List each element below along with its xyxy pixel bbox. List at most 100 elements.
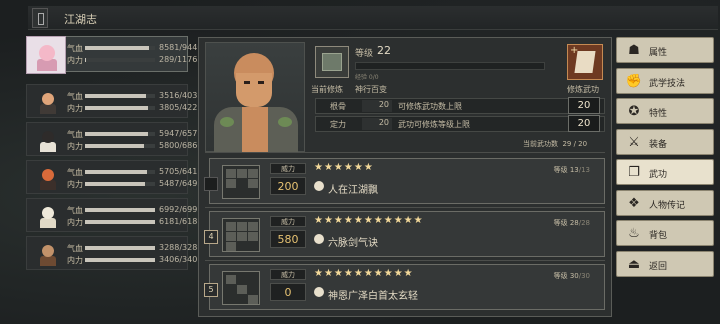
martial-art-card[interactable]: 威力 0 ★★★★★★★★★★ 神恩广泽白首太玄轻 等级 30/30 bbox=[209, 264, 605, 310]
grid-cell bbox=[237, 232, 247, 241]
martial-art-card[interactable]: 威力 580 ★★★★★★★★★★★ 六脉剑气诀 等级 28/28 bbox=[209, 211, 605, 257]
hp-bar-fill bbox=[85, 46, 149, 50]
member-portrait bbox=[31, 164, 65, 192]
hp-value: 3516/4032 bbox=[159, 91, 203, 100]
martial-art-icon bbox=[314, 234, 324, 244]
neili-bar bbox=[85, 258, 155, 262]
menu-label: 特性 bbox=[649, 109, 668, 119]
martial-art-level: 等级 13/13 bbox=[553, 166, 590, 174]
sword-icon: ⚔ bbox=[628, 134, 640, 150]
power-value: 580 bbox=[270, 230, 306, 248]
martial-skill-icon: ✊ bbox=[625, 73, 643, 89]
portrait-body bbox=[40, 180, 56, 190]
menu-button-3[interactable]: ⚔ 装备 bbox=[616, 128, 714, 155]
slot-badge[interactable]: 4 bbox=[204, 230, 218, 244]
member-portrait bbox=[31, 240, 65, 268]
martial-art-level: 等级 28/28 bbox=[553, 219, 590, 227]
train-martial-button[interactable]: + bbox=[567, 44, 603, 80]
party-member[interactable]: 气血 3516/4032 内力 3805/4225 bbox=[26, 84, 202, 118]
menu-button-4[interactable]: ❐ 武功 bbox=[616, 159, 714, 185]
neili-value: 5487/6493 bbox=[159, 179, 203, 188]
neili-value: 3406/3406 bbox=[159, 255, 203, 264]
grid-cell bbox=[226, 242, 236, 251]
neili-label: 内力 bbox=[67, 104, 83, 113]
attr-row-bone: 根骨 20 可修炼武功数上限 20 bbox=[315, 97, 605, 114]
martial-art-icon bbox=[314, 181, 324, 191]
member-portrait bbox=[31, 126, 65, 154]
xp-bar bbox=[355, 62, 545, 70]
member-portrait bbox=[31, 202, 65, 230]
slot-badge[interactable]: 5 bbox=[204, 283, 218, 297]
neili-bar bbox=[85, 144, 155, 148]
slot-badge[interactable] bbox=[204, 177, 218, 191]
divider bbox=[205, 260, 605, 261]
party-member[interactable]: 气血 6992/6992 内力 6181/6181 bbox=[26, 198, 202, 232]
neili-bar bbox=[85, 220, 155, 224]
portrait-head bbox=[42, 245, 54, 257]
hp-bar bbox=[85, 132, 155, 136]
party-member[interactable]: 气血 8581/9440 内力 289/11762 bbox=[26, 36, 202, 74]
party-member[interactable]: 气血 5705/6411 内力 5487/6493 bbox=[26, 160, 202, 194]
star-rating: ★★★★★★★★★★ bbox=[314, 268, 414, 279]
portrait-head bbox=[42, 131, 54, 143]
menu-label: 背包 bbox=[649, 231, 668, 241]
party-member[interactable]: 气血 3288/3288 内力 3406/3406 bbox=[26, 236, 202, 270]
menu-button-6[interactable]: ♨ 背包 bbox=[616, 220, 714, 246]
neili-value: 289/11762 bbox=[159, 55, 203, 64]
menu-button-7[interactable]: ⏏ 返回 bbox=[616, 250, 714, 277]
party-member[interactable]: 气血 5947/6573 内力 5800/6866 bbox=[26, 122, 202, 156]
top-bar: 江湖志 bbox=[28, 6, 718, 30]
current-martial-count: 当前武功数 29 / 20 bbox=[523, 140, 588, 148]
menu-button-5[interactable]: ❖ 人物传记 bbox=[616, 189, 714, 216]
menu-button-0[interactable]: ☗ 属性 bbox=[616, 37, 714, 63]
menu-label: 武学技法 bbox=[649, 78, 686, 89]
grid-cell bbox=[248, 179, 258, 188]
menu-label: 装备 bbox=[649, 139, 668, 150]
power-value: 200 bbox=[270, 177, 306, 195]
grid-cell bbox=[226, 179, 236, 188]
trait-icon: ✪ bbox=[628, 104, 640, 119]
member-portrait bbox=[26, 36, 66, 74]
hp-label: 气血 bbox=[67, 130, 83, 139]
party-roster: 气血 8581/9440 内力 289/11762 气血 3516/4032 内力 3805/… bbox=[26, 36, 202, 274]
hp-bar-fill bbox=[85, 208, 155, 212]
martial-art-level: 等级 30/30 bbox=[553, 272, 590, 280]
hp-value: 3288/3288 bbox=[159, 243, 203, 252]
hp-value: 6992/6992 bbox=[159, 205, 203, 214]
divider bbox=[205, 152, 605, 153]
grid-cell bbox=[248, 295, 258, 304]
hp-label: 气血 bbox=[67, 92, 83, 101]
menu-button-2[interactable]: ✪ 特性 bbox=[616, 98, 714, 124]
menu-label: 属性 bbox=[649, 48, 668, 58]
current-training-slot[interactable] bbox=[315, 46, 349, 78]
portrait-body bbox=[40, 142, 56, 152]
hp-bar-fill bbox=[85, 94, 146, 98]
power-label: 威力 bbox=[270, 269, 306, 280]
character-panel: 当前修炼 神行百变 等级 22 经验 0/0 + 修炼武功 根骨 20 可修炼武… bbox=[198, 37, 612, 317]
neili-label: 内力 bbox=[67, 142, 83, 151]
portrait-head bbox=[42, 93, 54, 105]
hp-bar bbox=[85, 170, 155, 174]
menu-label: 武功 bbox=[649, 170, 668, 180]
menu-button-1[interactable]: ✊ 武学技法 bbox=[616, 67, 714, 94]
book-icon: ❐ bbox=[628, 165, 640, 180]
martial-art-card[interactable]: 威力 200 ★★★★★★ 人在江湖飘 等级 13/13 bbox=[209, 158, 605, 204]
hp-value: 5705/6411 bbox=[159, 167, 203, 176]
hp-label: 气血 bbox=[67, 244, 83, 253]
journal-icon[interactable] bbox=[32, 8, 48, 28]
level-value: 22 bbox=[377, 44, 391, 57]
return-icon: ⏏ bbox=[627, 256, 641, 272]
portrait-body bbox=[40, 256, 56, 266]
hp-value: 5947/6573 bbox=[159, 129, 203, 138]
grid-cell bbox=[226, 169, 236, 178]
grid-cell bbox=[237, 222, 247, 231]
hp-bar bbox=[85, 94, 155, 98]
neili-bar-fill bbox=[85, 58, 87, 62]
neili-value: 5800/6866 bbox=[159, 141, 203, 150]
hp-label: 气血 bbox=[67, 206, 83, 215]
portrait-body bbox=[40, 104, 56, 114]
neili-bar-fill bbox=[85, 258, 155, 262]
neili-bar-fill bbox=[85, 182, 145, 186]
current-training-label: 当前修炼 bbox=[311, 85, 343, 94]
member-portrait bbox=[31, 88, 65, 116]
